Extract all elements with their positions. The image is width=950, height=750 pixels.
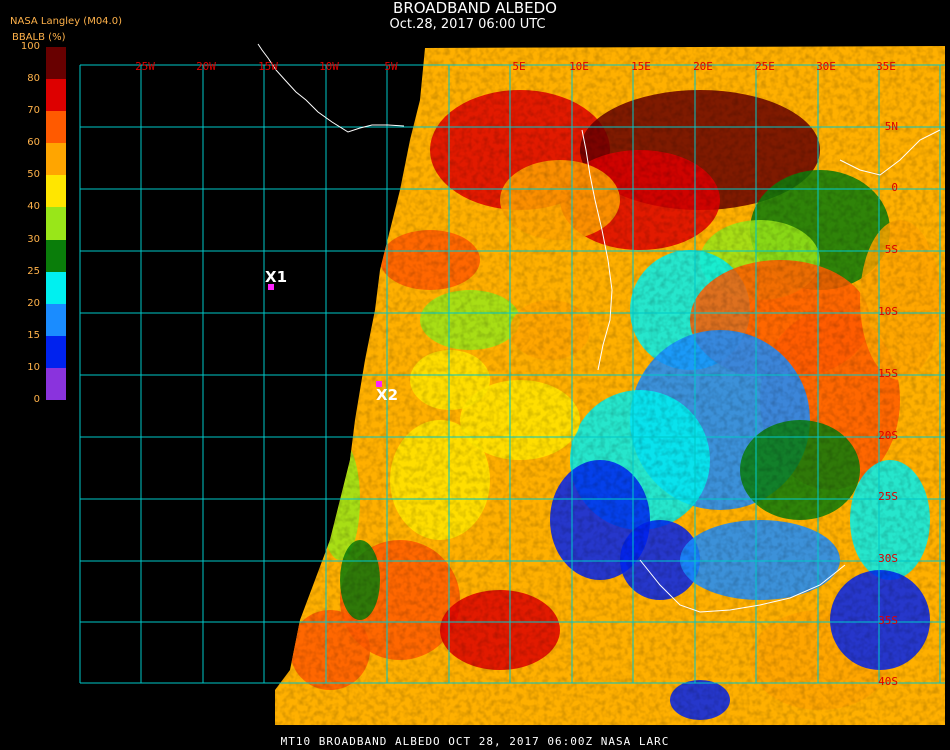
longitude-label: 5E <box>512 60 525 73</box>
colorbar-swatch <box>46 143 66 176</box>
colorbar-tick-label: 80 <box>27 73 40 85</box>
colorbar-swatch <box>46 175 66 208</box>
marker-x1-label: X1 <box>265 268 288 286</box>
colorbar-tick-label: 15 <box>27 329 40 341</box>
latitude-label: 25S <box>878 490 898 503</box>
colorbar-tick-label: 40 <box>27 201 40 213</box>
latitude-label: 20S <box>878 429 898 442</box>
latitude-label: 15S <box>878 367 898 380</box>
colorbar-tick-label: 50 <box>27 169 40 181</box>
longitude-label: 5W <box>384 60 398 73</box>
colorbar-tick-label: 30 <box>27 233 40 245</box>
marker-x2-label: X2 <box>376 386 399 404</box>
colorbar-swatch <box>46 79 66 112</box>
colorbar-tick-label: 100 <box>20 41 40 52</box>
colorbar-tick-label: 10 <box>27 361 40 373</box>
longitude-label: 35E <box>876 60 896 73</box>
colorbar-tick-label: 20 <box>27 297 40 309</box>
colorbar-tick-label: 0 <box>33 394 40 405</box>
albedo-field <box>275 46 945 725</box>
footer-caption: MT10 BROADBAND ALBEDO OCT 28, 2017 06:00… <box>280 735 670 748</box>
colorbar-swatch <box>46 367 66 401</box>
colorbar-swatch <box>46 335 66 369</box>
chart-subtitle: Oct.28, 2017 06:00 UTC <box>389 17 546 32</box>
colorbar-tick-label: 60 <box>27 137 40 149</box>
colorbar-tick-label: 25 <box>27 265 40 277</box>
latitude-label: 10S <box>878 305 898 318</box>
latitude-label: 5N <box>885 120 898 133</box>
colorbar <box>46 47 66 401</box>
longitude-label: 25W <box>135 60 155 73</box>
longitude-label: 30E <box>816 60 836 73</box>
colorbar-swatch <box>46 303 66 337</box>
colorbar-swatch <box>46 111 66 144</box>
longitude-label: 15E <box>631 60 651 73</box>
longitude-label: 20E <box>693 60 713 73</box>
colorbar-tick-label: 70 <box>27 105 40 117</box>
latitude-label: 0 <box>891 181 898 194</box>
latitude-label: 30S <box>878 552 898 565</box>
longitude-label: 20W <box>196 60 216 73</box>
colorbar-swatch <box>46 239 66 273</box>
longitude-label: 15W <box>258 60 278 73</box>
colorbar-swatch <box>46 271 66 305</box>
longitude-label: 10W <box>319 60 339 73</box>
latitude-label: 5S <box>885 243 898 256</box>
longitude-label: 10E <box>569 60 589 73</box>
latitude-label: 35S <box>878 614 898 627</box>
colorbar-swatch <box>46 207 66 241</box>
latitude-label: 40S <box>878 675 898 688</box>
organization-label: NASA Langley (M04.0) <box>10 16 122 27</box>
colorbar-swatch <box>46 47 66 80</box>
albedo-map: 25W 20W 15W 10W 5W 5E 10E 15E 20E 25E 30E 35E 5N 0 5S… <box>79 43 945 725</box>
longitude-label: 25E <box>755 60 775 73</box>
chart-title: BROADBAND ALBEDO <box>393 0 557 17</box>
